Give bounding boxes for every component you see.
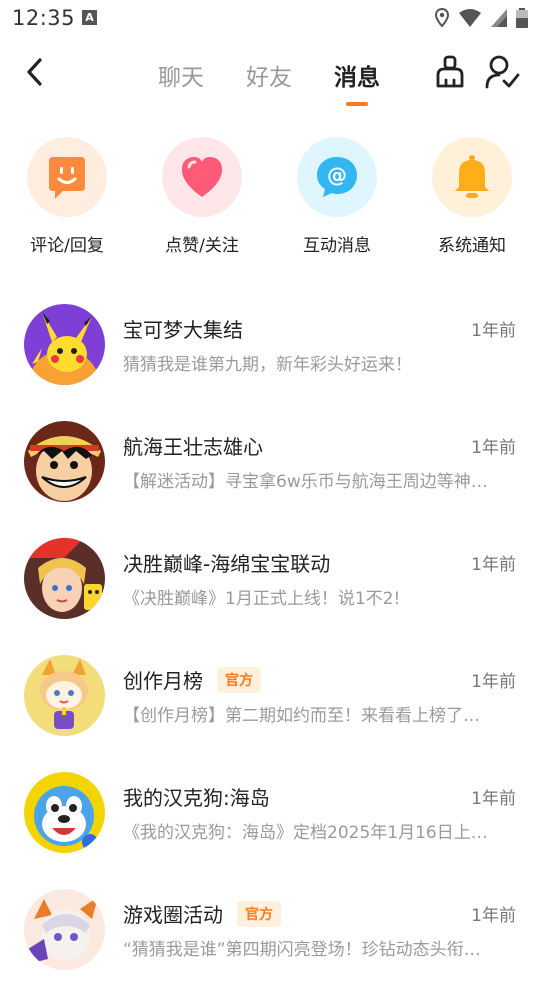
quick-label: 互动消息 — [303, 236, 371, 256]
official-badge: 官方 — [237, 900, 281, 927]
quick-system-notice[interactable]: 系统通知 — [417, 137, 527, 256]
quick-label: 点赞/关注 — [165, 236, 239, 256]
status-time: 12:35 — [12, 6, 76, 30]
like-circle — [162, 137, 242, 217]
interaction-circle: @ — [297, 137, 377, 217]
tab-messages[interactable]: 消息 — [334, 58, 380, 92]
comment-circle — [27, 137, 107, 217]
active-tab-indicator — [346, 102, 368, 106]
quick-interaction[interactable]: @ 互动消息 — [282, 137, 392, 256]
game-hero-avatar — [24, 538, 105, 619]
comment-smile-icon — [49, 157, 85, 199]
message-time: 1年前 — [471, 438, 516, 458]
message-title: 宝可梦大集结 — [123, 314, 243, 343]
battery-icon — [516, 8, 528, 28]
heart-icon — [182, 157, 222, 197]
bell-icon — [455, 155, 489, 198]
message-preview: “猜猜我是谁”第四期闪亮登场！珍钻动态头衔… — [123, 940, 481, 960]
message-time: 1年前 — [471, 906, 516, 926]
list-item[interactable]: 创作月榜 官方 1年前 【创作月榜】第二期如约而至！来看看上榜了… — [0, 651, 540, 768]
title-text: 宝可梦大集结 — [123, 318, 243, 342]
luffy-avatar — [24, 421, 105, 502]
message-preview: 猜猜我是谁第九期，新年彩头好运来！ — [123, 355, 412, 375]
at-chat-icon: @ — [317, 157, 357, 197]
talking-dog-avatar — [24, 772, 105, 853]
message-time: 1年前 — [471, 672, 516, 692]
status-bar: 12:35 A — [0, 0, 540, 36]
quick-comment-reply[interactable]: 评论/回复 — [12, 137, 122, 256]
quick-like-follow[interactable]: 点赞/关注 — [147, 137, 257, 256]
message-preview: 《我的汉克狗：海岛》定档2025年1月16日上… — [123, 823, 488, 843]
message-title: 我的汉克狗:海岛 — [123, 782, 270, 811]
broom-clear-icon[interactable] — [432, 54, 468, 90]
message-time: 1年前 — [471, 789, 516, 809]
message-preview: 《决胜巅峰》1月正式上线！说1不2! — [123, 589, 401, 609]
quick-actions: 评论/回复 点赞/关注 @ 互动消息 系统通知 — [0, 137, 540, 267]
cartoon-fox-avatar — [24, 655, 105, 736]
contact-check-icon[interactable] — [484, 54, 520, 90]
message-title: 创作月榜 官方 — [123, 665, 261, 694]
message-title: 航海王壮志雄心 — [123, 431, 263, 460]
top-nav: 聊天 好友 消息 — [0, 40, 540, 110]
message-time: 1年前 — [471, 555, 516, 575]
title-text: 航海王壮志雄心 — [123, 435, 263, 459]
message-time: 1年前 — [471, 321, 516, 341]
message-title: 游戏圈活动 官方 — [123, 899, 281, 928]
message-preview: 【创作月榜】第二期如约而至！来看看上榜了… — [123, 706, 480, 726]
system-circle — [432, 137, 512, 217]
status-icons — [434, 8, 528, 28]
quick-label: 系统通知 — [438, 236, 506, 256]
tab-chat[interactable]: 聊天 — [158, 58, 204, 92]
signal-icon — [491, 9, 507, 27]
title-text: 创作月榜 — [123, 669, 203, 693]
location-icon — [434, 8, 450, 28]
title-text: 游戏圈活动 — [123, 903, 223, 927]
pikachu-avatar — [24, 304, 105, 385]
title-text: 决胜巅峰-海绵宝宝联动 — [123, 552, 331, 576]
title-text: 我的汉克狗:海岛 — [123, 786, 270, 810]
anime-girl-avatar — [24, 889, 105, 970]
notification-a-icon: A — [82, 10, 97, 25]
list-item[interactable]: 决胜巅峰-海绵宝宝联动 1年前 《决胜巅峰》1月正式上线！说1不2! — [0, 534, 540, 651]
list-item[interactable]: 游戏圈活动 官方 1年前 “猜猜我是谁”第四期闪亮登场！珍钻动态头衔… — [0, 885, 540, 1002]
message-preview: 【解迷活动】寻宝拿6w乐币与航海王周边等神… — [123, 472, 488, 492]
official-badge: 官方 — [217, 666, 261, 693]
tab-friends[interactable]: 好友 — [246, 58, 292, 92]
list-item[interactable]: 我的汉克狗:海岛 1年前 《我的汉克狗：海岛》定档2025年1月16日上… — [0, 768, 540, 885]
list-item[interactable]: 航海王壮志雄心 1年前 【解迷活动】寻宝拿6w乐币与航海王周边等神… — [0, 417, 540, 534]
message-title: 决胜巅峰-海绵宝宝联动 — [123, 548, 330, 577]
svg-text:@: @ — [327, 163, 347, 187]
list-item[interactable]: 宝可梦大集结 1年前 猜猜我是谁第九期，新年彩头好运来！ — [0, 300, 540, 417]
wifi-icon — [459, 9, 481, 27]
quick-label: 评论/回复 — [30, 236, 104, 256]
